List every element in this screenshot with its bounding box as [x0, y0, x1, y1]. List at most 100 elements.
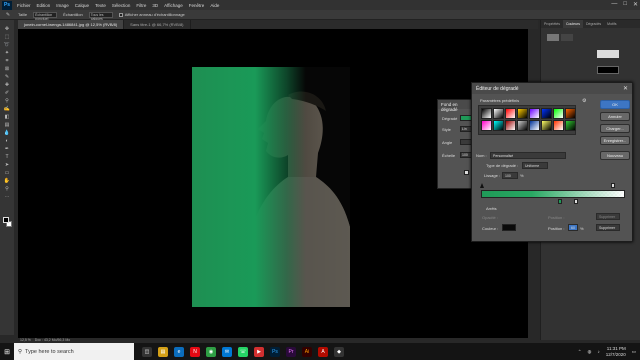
history-brush-tool-icon[interactable]: ✍ [3, 106, 11, 112]
gradient-preset-swatch[interactable] [493, 108, 504, 119]
presets-gear-icon[interactable]: ⚙ [582, 98, 586, 104]
menu-affichage[interactable]: Affichage [161, 3, 186, 8]
notifications-icon[interactable]: ▭ [632, 349, 636, 355]
show-ring-checkbox[interactable] [118, 12, 123, 17]
gradient-tool-icon[interactable]: ▤ [3, 122, 11, 128]
stop-color-swatch[interactable] [502, 224, 516, 231]
gradient-preset-swatch[interactable] [517, 108, 528, 119]
menu-filtre[interactable]: Filtre [133, 3, 149, 8]
whatsapp-icon[interactable]: ☏ [238, 346, 248, 357]
opacity-stop-right[interactable] [611, 183, 615, 188]
sample-select[interactable]: Tous les calques [88, 11, 113, 21]
crop-tool-icon[interactable]: ⌗ [3, 58, 11, 64]
show-ring-option[interactable]: Afficher anneau d'échantillonnage [118, 12, 185, 17]
ok-button[interactable]: OK [600, 100, 630, 109]
netflix-icon[interactable]: N [190, 346, 200, 357]
close-icon[interactable]: ✕ [623, 85, 628, 92]
gradient-preset-swatch[interactable] [505, 120, 516, 131]
edge-icon[interactable]: e [174, 346, 184, 357]
hand-tool-icon[interactable]: ✋ [3, 178, 11, 184]
media-icon[interactable]: ▶ [254, 346, 264, 357]
gradient-preset-swatch[interactable] [553, 108, 564, 119]
premiere-icon[interactable]: Pr [286, 346, 296, 357]
cancel-button[interactable]: Annuler [600, 112, 630, 121]
gradient-preset-swatch[interactable] [481, 108, 492, 119]
portrait-photo[interactable] [192, 67, 350, 307]
eyedropper-icon[interactable]: ✎ [4, 12, 12, 18]
color-delete-button[interactable]: Supprimer [596, 224, 620, 231]
menu-calque[interactable]: Calque [72, 3, 92, 8]
swatch-black[interactable] [597, 66, 619, 74]
zoom-tool-icon[interactable]: ⚲ [3, 186, 11, 192]
menu-fenetre[interactable]: Fenêtre [186, 3, 208, 8]
photoshop-taskbar-icon[interactable]: Ps [270, 346, 280, 357]
gradient-preset-swatch[interactable] [541, 108, 552, 119]
tab-patterns[interactable]: Motifs [604, 20, 619, 28]
tab-document-photo[interactable]: jonein-cornel-iwenga-1486841.jpg @ 12,5%… [18, 20, 125, 29]
tab-colors[interactable]: Couleurs [562, 20, 583, 28]
opacity-stop-left[interactable] [480, 183, 484, 188]
smoothness-field[interactable]: 100 [502, 172, 518, 179]
marquee-tool-icon[interactable]: ⬚ [3, 34, 11, 40]
zoom-readout[interactable]: 12,5 % [20, 338, 31, 342]
menu-image[interactable]: Image [53, 3, 72, 8]
gradient-preset-swatch[interactable] [505, 108, 516, 119]
color-stop-mid[interactable] [558, 199, 562, 204]
swatch-light[interactable] [597, 50, 619, 58]
gradient-preset-swatch[interactable] [565, 120, 576, 131]
swatch-gray[interactable] [547, 34, 559, 41]
stamp-tool-icon[interactable]: ⚲ [3, 98, 11, 104]
healing-tool-icon[interactable]: ✚ [3, 82, 11, 88]
tray-expand-icon[interactable]: ⌃ [578, 349, 582, 355]
shape-tool-icon[interactable]: ▭ [3, 170, 11, 176]
tab-gradients[interactable]: Dégradés [583, 20, 604, 28]
task-view-icon[interactable]: ◫ [142, 346, 152, 357]
load-button[interactable]: Charger... [600, 124, 630, 133]
taskbar-search[interactable]: ⚲ Type here to search [14, 343, 134, 360]
windows-start-icon[interactable]: ⊞ [0, 343, 14, 360]
gradient-preset-swatch[interactable] [529, 120, 540, 131]
illustrator-icon[interactable]: Ai [302, 346, 312, 357]
brush-tool-icon[interactable]: ✐ [3, 90, 11, 96]
swatch-dark[interactable] [561, 34, 573, 41]
pen-tool-icon[interactable]: ✒ [3, 146, 11, 152]
close-window-button[interactable]: ✕ [633, 1, 638, 8]
fill-option-checkbox[interactable] [464, 170, 469, 175]
gradient-preset-swatch[interactable] [481, 120, 492, 131]
app-icon[interactable]: ◆ [334, 346, 344, 357]
opacity-delete-button[interactable]: Supprimer [596, 213, 620, 220]
file-explorer-icon[interactable]: ▤ [158, 346, 168, 357]
lasso-tool-icon[interactable]: ➰ [3, 42, 11, 48]
gradient-preset-swatch[interactable] [565, 108, 576, 119]
chrome-icon[interactable]: ◉ [206, 346, 216, 357]
name-field[interactable]: Personnalisé [490, 152, 566, 159]
blur-tool-icon[interactable]: 💧 [3, 130, 11, 136]
menu-aide[interactable]: Aide [207, 3, 222, 8]
gradient-preset-swatch[interactable] [517, 120, 528, 131]
menu-selection[interactable]: Sélection [109, 3, 134, 8]
gradient-preset-swatch[interactable] [553, 120, 564, 131]
mail-icon[interactable]: ✉ [222, 346, 232, 357]
color-stop-right[interactable] [574, 199, 578, 204]
path-select-tool-icon[interactable]: ➤ [3, 162, 11, 168]
gradient-preset-swatch[interactable] [529, 108, 540, 119]
more-tools-icon[interactable]: ⋯ [3, 194, 11, 200]
save-button[interactable]: Enregistrer... [600, 136, 630, 145]
clock[interactable]: 11:31 PM 12/7/2020 [606, 346, 626, 358]
eyedropper-tool-icon[interactable]: ✎ [3, 74, 11, 80]
menu-texte[interactable]: Texte [92, 3, 109, 8]
network-icon[interactable]: ◍ [588, 349, 592, 355]
frame-tool-icon[interactable]: ⊠ [3, 66, 11, 72]
menu-fichier[interactable]: Fichier [14, 3, 34, 8]
eraser-tool-icon[interactable]: ◧ [3, 114, 11, 120]
volume-icon[interactable]: ♪ [597, 349, 599, 354]
menu-3d[interactable]: 3D [149, 3, 161, 8]
move-tool-icon[interactable]: ✥ [3, 26, 11, 32]
type-tool-icon[interactable]: T [3, 154, 11, 160]
sample-size-select[interactable]: Échantillon ponctuel [33, 11, 58, 21]
menu-edition[interactable]: Edition [34, 3, 54, 8]
minimize-button[interactable]: — [611, 1, 617, 8]
tab-document-untitled[interactable]: Sans titre-1 @ 66,7% (RVB/8) [124, 20, 191, 29]
gradient-preset-swatch[interactable] [493, 120, 504, 131]
maximize-button[interactable]: □ [623, 1, 627, 8]
